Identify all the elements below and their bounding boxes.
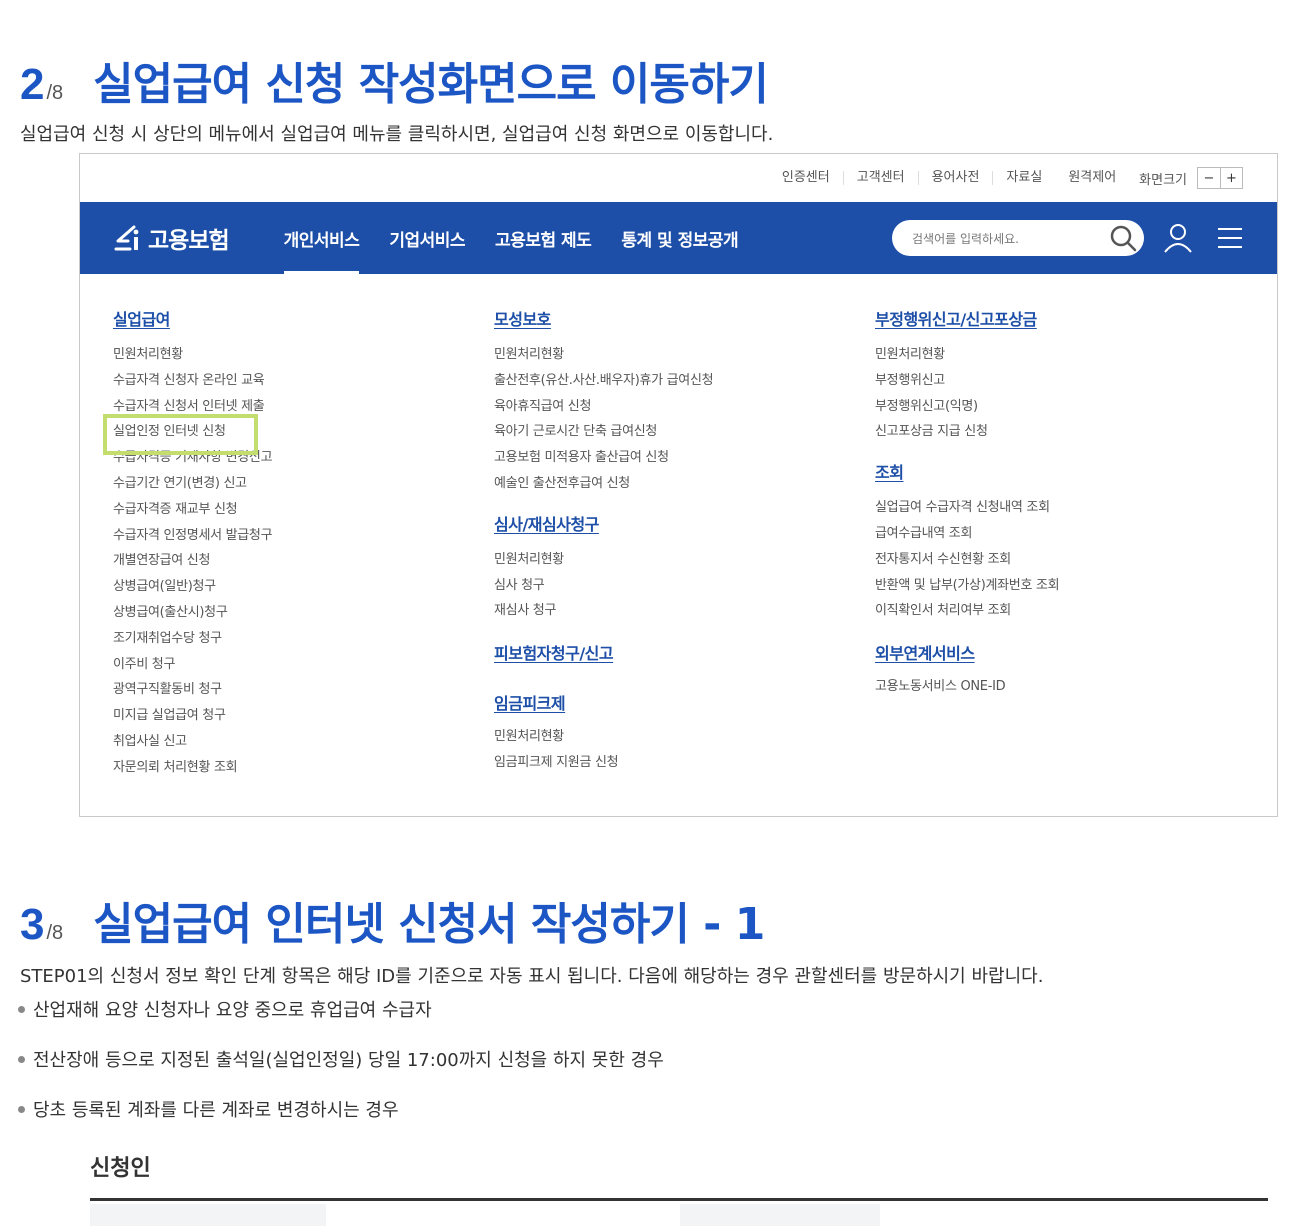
menu-item[interactable]: 이직확인서 처리여부 조회	[875, 598, 1059, 624]
menu-item[interactable]: 이주비 청구	[113, 652, 272, 678]
table-header-cell	[90, 1204, 326, 1226]
bullet-icon	[18, 1055, 25, 1063]
menu-item[interactable]: 육아휴직급여 신청	[494, 394, 713, 420]
menu-item[interactable]: 부정행위신고(익명)	[875, 394, 1059, 420]
util-link-remote-control[interactable]: 원격제어	[1055, 171, 1129, 185]
menu-column-unemployment: 실업급여 민원처리현황 수급자격 신청자 온라인 교육 수급자격 신청서 인터넷…	[102, 306, 273, 781]
utility-bar: 인증센터 고객센터 용어사전 자료실 원격제어 화면크기 − +	[769, 154, 1277, 202]
step-number: 3	[20, 900, 45, 949]
nav-business-services[interactable]: 기업서비스	[374, 202, 480, 274]
menu-item[interactable]: 신고포상금 지급 신청	[875, 419, 1059, 445]
list-item: 전산장애 등으로 지정된 출석일(실업인정일) 당일 17:00까지 신청을 하…	[18, 1046, 664, 1072]
menu-item[interactable]: 민원처리현황	[113, 342, 272, 368]
menu-item[interactable]: 실업급여 수급자격 신청내역 조회	[875, 495, 1059, 521]
zoom-in-button[interactable]: +	[1220, 168, 1242, 188]
zoom-label: 화면크기	[1139, 172, 1187, 188]
step-heading: 실업급여 인터넷 신청서 작성하기 - 1	[93, 899, 765, 950]
menu-category-insured-claim[interactable]: 피보험자청구/신고	[494, 640, 713, 664]
user-icon[interactable]	[1162, 222, 1194, 254]
step3-description: STEP01의 신청서 정보 확인 단계 항목은 해당 ID를 기준으로 자동 …	[20, 966, 1044, 987]
menu-category-fraud-report[interactable]: 부정행위신고/신고포상금	[875, 306, 1059, 330]
hamburger-menu-icon[interactable]	[1216, 224, 1244, 252]
menu-item[interactable]: 수급자격증 재교부 신청	[113, 497, 272, 523]
menu-category-maternity[interactable]: 모성보호	[494, 306, 713, 330]
menu-item[interactable]: 민원처리현황	[875, 342, 1059, 368]
section-divider	[90, 1198, 1268, 1201]
util-link-glossary[interactable]: 용어사전	[919, 171, 994, 185]
nav-personal-services[interactable]: 개인서비스	[269, 202, 375, 274]
step3-title: 3 /8 실업급여 인터넷 신청서 작성하기 - 1	[20, 888, 765, 952]
zoom-out-button[interactable]: −	[1198, 168, 1220, 188]
menu-item[interactable]: 전자통지서 수신현황 조회	[875, 547, 1059, 573]
menu-item[interactable]: 수급자격 신청자 온라인 교육	[113, 368, 272, 394]
condition-list: 산업재해 요양 신청자나 요양 중으로 휴업급여 수급자 전산장애 등으로 지정…	[18, 996, 664, 1122]
list-item-text: 당초 등록된 계좌를 다른 계좌로 변경하시는 경우	[33, 1100, 399, 1121]
step-total: /8	[46, 922, 64, 944]
list-item: 당초 등록된 계좌를 다른 계좌로 변경하시는 경우	[18, 1096, 664, 1122]
menu-column-report: 부정행위신고/신고포상금 민원처리현황 부정행위신고 부정행위신고(익명) 신고…	[875, 306, 1060, 700]
table-header-cell	[680, 1204, 880, 1226]
site-logo[interactable]: 고용보험	[112, 221, 230, 255]
menu-category-inquiry[interactable]: 조회	[875, 459, 1059, 483]
logo-mark-icon	[114, 225, 139, 251]
menu-item[interactable]: 출산전후(유산.사산.배우자)휴가 급여신청	[494, 368, 714, 394]
menu-item[interactable]: 반환액 및 납부(가상)계좌번호 조회	[875, 573, 1060, 599]
menu-item[interactable]: 자문의뢰 처리현황 조회	[113, 755, 272, 781]
menu-item[interactable]: 심사 청구	[494, 573, 713, 599]
step-total: /8	[46, 82, 64, 104]
menu-category-wage-peak[interactable]: 임금피크제	[494, 690, 713, 714]
search-box[interactable]: 검색어를 입력하세요.	[892, 220, 1144, 256]
step2-title: 2 /8 실업급여 신청 작성화면으로 이동하기	[20, 48, 769, 112]
step2-description: 실업급여 신청 시 상단의 메뉴에서 실업급여 메뉴를 클릭하시면, 실업급여 …	[20, 124, 774, 145]
list-item: 산업재해 요양 신청자나 요양 중으로 휴업급여 수급자	[18, 996, 664, 1022]
menu-item[interactable]: 상병급여(출산시)청구	[113, 600, 272, 626]
search-input[interactable]: 검색어를 입력하세요.	[912, 230, 1108, 247]
menu-item[interactable]: 임금피크제 지원금 신청	[494, 750, 713, 776]
menu-item[interactable]: 수급기간 연기(변경) 신고	[113, 471, 272, 497]
global-nav: 개인서비스 기업서비스 고용보험 제도 통계 및 정보공개	[269, 202, 754, 274]
menu-item[interactable]: 고용노동서비스 ONE-ID	[875, 674, 1059, 700]
website-screenshot: 인증센터 고객센터 용어사전 자료실 원격제어 화면크기 − + 고용보험 개인…	[79, 153, 1278, 817]
menu-category-unemployment[interactable]: 실업급여	[113, 306, 272, 330]
main-navbar: 고용보험 개인서비스 기업서비스 고용보험 제도 통계 및 정보공개 검색어를 …	[80, 202, 1277, 274]
menu-item[interactable]: 육아기 근로시간 단축 급여신청	[494, 419, 713, 445]
bullet-icon	[18, 1005, 25, 1013]
menu-item[interactable]: 부정행위신고	[875, 368, 1059, 394]
logo-text: 고용보험	[148, 228, 230, 254]
menu-category-appeal[interactable]: 심사/재심사청구	[494, 511, 713, 535]
menu-item[interactable]: 개별연장급여 신청	[113, 548, 272, 574]
zoom-control: − +	[1197, 167, 1243, 189]
menu-item[interactable]: 재심사 청구	[494, 598, 713, 624]
util-link-archive[interactable]: 자료실	[993, 171, 1055, 185]
menu-item[interactable]: 광역구직활동비 청구	[113, 677, 272, 703]
list-item-text: 산업재해 요양 신청자나 요양 중으로 휴업급여 수급자	[33, 1000, 432, 1021]
search-icon[interactable]	[1108, 223, 1138, 253]
menu-category-external[interactable]: 외부연계서비스	[875, 640, 1059, 664]
menu-item[interactable]: 조기재취업수당 청구	[113, 626, 272, 652]
nav-statistics[interactable]: 통계 및 정보공개	[606, 202, 753, 274]
menu-item[interactable]: 민원처리현황	[494, 724, 713, 750]
menu-item[interactable]: 취업사실 신고	[113, 729, 272, 755]
nav-insurance-system[interactable]: 고용보험 제도	[480, 202, 606, 274]
step-heading: 실업급여 신청 작성화면으로 이동하기	[93, 59, 769, 110]
menu-item[interactable]: 민원처리현황	[494, 342, 713, 368]
menu-item[interactable]: 수급자격 인정명세서 발급청구	[113, 523, 273, 549]
util-link-customer-center[interactable]: 고객센터	[844, 171, 919, 185]
util-link-auth-center[interactable]: 인증센터	[769, 171, 844, 185]
menu-item[interactable]: 예술인 출산전후급여 신청	[494, 471, 713, 497]
menu-item-highlighted[interactable]: 실업인정 인터넷 신청	[102, 414, 272, 456]
menu-item[interactable]: 고용보험 미적용자 출산급여 신청	[494, 445, 713, 471]
step-number: 2	[20, 60, 45, 109]
menu-item[interactable]: 상병급여(일반)청구	[113, 574, 272, 600]
bullet-icon	[18, 1105, 25, 1113]
list-item-text: 전산장애 등으로 지정된 출석일(실업인정일) 당일 17:00까지 신청을 하…	[33, 1050, 664, 1071]
menu-item[interactable]: 미지급 실업급여 청구	[113, 703, 272, 729]
menu-item[interactable]: 민원처리현황	[494, 547, 713, 573]
menu-item[interactable]: 급여수급내역 조회	[875, 521, 1059, 547]
menu-column-maternity: 모성보호 민원처리현황 출산전후(유산.사산.배우자)휴가 급여신청 육아휴직급…	[494, 306, 714, 776]
section-title-applicant: 신청인	[90, 1156, 151, 1181]
